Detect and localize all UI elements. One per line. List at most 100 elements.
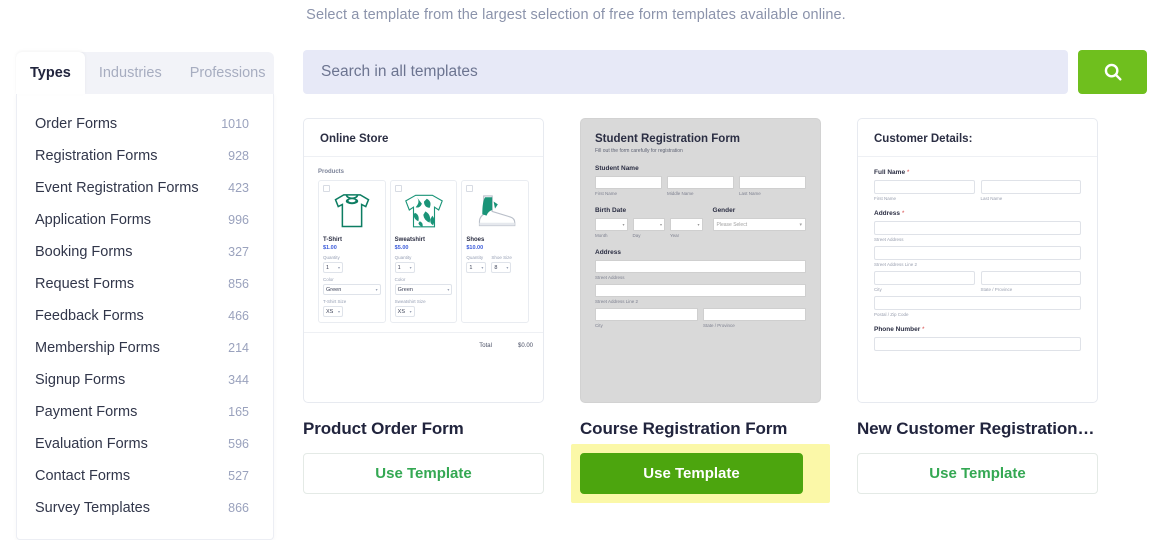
category-label: Event Registration Forms bbox=[35, 180, 199, 196]
use-template-wrapper: Use Template bbox=[303, 453, 544, 494]
category-label: Contact Forms bbox=[35, 468, 131, 484]
size-value: XS bbox=[326, 308, 334, 315]
preview-product: Shoes $10.00 Quantity 1 ▾ Shoe Size 8 ▾ bbox=[461, 180, 530, 323]
category-count: 928 bbox=[228, 149, 249, 163]
product-price: $5.00 bbox=[394, 245, 409, 251]
template-card-new-customer-registration-form: Customer Details: Full Name * First Name bbox=[857, 118, 1098, 503]
middle-name-field bbox=[667, 176, 734, 189]
birth-year-select: ▾ bbox=[670, 218, 703, 231]
use-template-button[interactable]: Use Template bbox=[857, 453, 1098, 494]
checkbox-icon bbox=[323, 185, 330, 192]
last-name-field bbox=[739, 176, 806, 189]
tshirt-icon bbox=[323, 185, 381, 234]
postal-hint: Postal / Zip Code bbox=[874, 312, 909, 317]
category-label: Payment Forms bbox=[35, 404, 138, 420]
address-label: Address * bbox=[874, 210, 1081, 217]
tab-industries[interactable]: Industries bbox=[85, 52, 176, 94]
sidebar-item-registration-forms[interactable]: Registration Forms 928 bbox=[17, 140, 273, 172]
street-address-2-field bbox=[874, 246, 1081, 260]
template-thumbnail[interactable]: Online Store Products T-Shirt $1.00 Quan… bbox=[303, 118, 544, 403]
chevron-down-icon: ▾ bbox=[622, 222, 625, 227]
state-field bbox=[980, 271, 1081, 285]
preview-title: Student Registration Form bbox=[595, 133, 741, 145]
city-hint: City bbox=[874, 287, 882, 292]
category-label: Booking Forms bbox=[35, 244, 133, 260]
template-grid: Online Store Products T-Shirt $1.00 Quan… bbox=[303, 118, 1098, 503]
city-field bbox=[874, 271, 975, 285]
sidebar-item-survey-templates[interactable]: Survey Templates 866 bbox=[17, 492, 273, 524]
tab-types[interactable]: Types bbox=[16, 52, 85, 94]
chevron-down-icon: ▾ bbox=[697, 222, 700, 227]
page-tagline: Select a template from the largest selec… bbox=[306, 7, 846, 23]
shoes-icon bbox=[466, 185, 524, 234]
quantity-select: 1 ▾ bbox=[466, 262, 487, 273]
tab-professions[interactable]: Professions bbox=[176, 52, 280, 94]
sidebar-item-application-forms[interactable]: Application Forms 996 bbox=[17, 204, 273, 236]
preview-product: T-Shirt $1.00 Quantity 1 ▾ Color Green ▾… bbox=[318, 180, 386, 323]
phone-text: Phone Number bbox=[874, 326, 921, 333]
street-address-2-hint: Street Address Line 2 bbox=[595, 299, 639, 304]
checkbox-icon bbox=[466, 185, 474, 192]
sidebar-item-signup-forms[interactable]: Signup Forms 344 bbox=[17, 364, 273, 396]
use-template-wrapper: Use Template bbox=[857, 453, 1098, 494]
street-address-2-hint: Street Address Line 2 bbox=[874, 262, 918, 267]
category-label: Registration Forms bbox=[35, 148, 158, 164]
preview-student-registration: Student Registration Form Fill out the f… bbox=[581, 119, 820, 328]
size-label: Sweatshirt Size bbox=[394, 299, 426, 304]
full-name-text: Full Name bbox=[874, 169, 906, 176]
quantity-select: 1 ▾ bbox=[394, 262, 415, 273]
required-mark: * bbox=[922, 326, 925, 333]
template-thumbnail[interactable]: Customer Details: Full Name * First Name bbox=[857, 118, 1098, 403]
use-template-button[interactable]: Use Template bbox=[580, 453, 803, 494]
sidebar-item-evaluation-forms[interactable]: Evaluation Forms 596 bbox=[17, 428, 273, 460]
template-card-product-order-form: Online Store Products T-Shirt $1.00 Quan… bbox=[303, 118, 544, 503]
sidebar-item-request-forms[interactable]: Request Forms 856 bbox=[17, 268, 273, 300]
shoe-size-value: 8 bbox=[494, 264, 498, 271]
quantity-value: 1 bbox=[469, 264, 473, 271]
category-label: Evaluation Forms bbox=[35, 436, 148, 452]
sidebar-item-payment-forms[interactable]: Payment Forms 165 bbox=[17, 396, 273, 428]
address-label: Address bbox=[595, 249, 622, 256]
street-address-field bbox=[874, 221, 1081, 235]
preview-subtitle: Fill out the form carefully for registra… bbox=[595, 148, 683, 154]
search-input[interactable] bbox=[321, 63, 1050, 81]
search-button[interactable] bbox=[1078, 50, 1147, 94]
sidebar-item-order-forms[interactable]: Order Forms 1010 bbox=[17, 108, 273, 140]
sidebar-item-membership-forms[interactable]: Membership Forms 214 bbox=[17, 332, 273, 364]
use-template-button[interactable]: Use Template bbox=[303, 453, 544, 494]
preview-online-store: Online Store Products T-Shirt $1.00 Quan… bbox=[304, 119, 543, 349]
color-value: Green bbox=[326, 286, 342, 293]
category-count: 423 bbox=[228, 181, 249, 195]
sidebar-item-booking-forms[interactable]: Booking Forms 327 bbox=[17, 236, 273, 268]
shoe-size-label: Shoe Size bbox=[491, 255, 512, 260]
category-label: Membership Forms bbox=[35, 340, 160, 356]
category-label: Feedback Forms bbox=[35, 308, 144, 324]
preview-header: Online Store bbox=[304, 119, 543, 157]
sidebar-item-feedback-forms[interactable]: Feedback Forms 466 bbox=[17, 300, 273, 332]
state-hint: State / Province bbox=[703, 323, 735, 328]
search-icon bbox=[1102, 61, 1124, 83]
category-list: Order Forms 1010 Registration Forms 928 … bbox=[16, 94, 274, 540]
sweatshirt-icon bbox=[395, 185, 453, 234]
street-address-hint: Street Address bbox=[874, 237, 904, 242]
category-panel: Types Industries Professions Order Forms… bbox=[16, 52, 274, 540]
template-thumbnail[interactable]: Student Registration Form Fill out the f… bbox=[580, 118, 821, 403]
category-label: Application Forms bbox=[35, 212, 152, 228]
phone-field bbox=[874, 337, 1081, 351]
size-label: T-Shirt Size bbox=[323, 299, 347, 304]
gender-label: Gender bbox=[712, 207, 736, 214]
month-hint: Month bbox=[595, 233, 608, 238]
sidebar-item-event-registration-forms[interactable]: Event Registration Forms 423 bbox=[17, 172, 273, 204]
preview-header: Customer Details: bbox=[858, 119, 1097, 157]
color-select: Green ▾ bbox=[394, 284, 453, 295]
preview-products-label: Products bbox=[318, 169, 345, 175]
birth-date-label: Birth Date bbox=[595, 207, 627, 214]
first-name-field bbox=[874, 180, 975, 194]
category-count: 214 bbox=[228, 341, 249, 355]
sidebar-item-contact-forms[interactable]: Contact Forms 527 bbox=[17, 460, 273, 492]
quantity-select: 1 ▾ bbox=[323, 262, 343, 273]
search-box[interactable] bbox=[303, 50, 1068, 94]
first-name-field bbox=[595, 176, 662, 189]
category-count: 466 bbox=[228, 309, 249, 323]
tab-types-label: Types bbox=[30, 65, 71, 81]
